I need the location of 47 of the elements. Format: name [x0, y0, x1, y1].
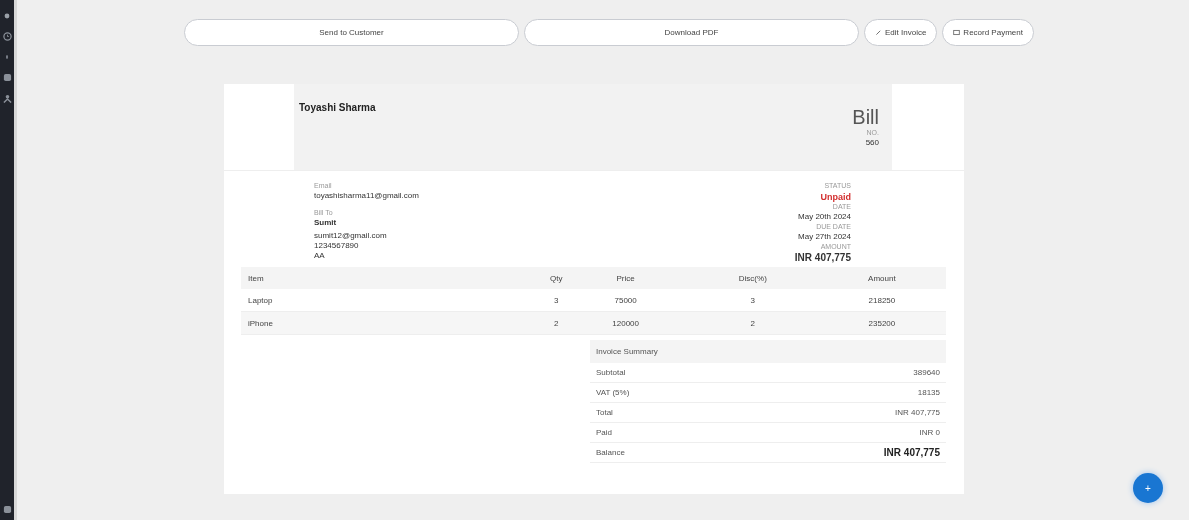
summary-value: INR 407,775 [883, 447, 940, 458]
table-cell: Laptop [241, 289, 549, 312]
column-header: Amount [817, 267, 946, 289]
customer-detail: AA [314, 251, 326, 261]
summary-value: 389640 [913, 368, 940, 377]
summary-value: 18135 [917, 388, 940, 397]
pencil-icon [875, 29, 882, 36]
table-cell: 218250 [817, 289, 946, 312]
summary-value: INR 407,775 [895, 408, 940, 417]
column-header: Item [241, 267, 549, 289]
date-text: May 27th 2024 [797, 232, 851, 242]
table-cell: 3 [687, 289, 818, 312]
summary-label: Subtotal [596, 368, 626, 377]
edit-button[interactable]: Edit Invoice [864, 19, 938, 46]
customer-name: Sumit [314, 218, 338, 228]
column-header: Qty [549, 267, 564, 289]
add-button[interactable]: + [1133, 473, 1163, 503]
card-icon [953, 29, 961, 36]
invoice-title: Bill [852, 106, 879, 128]
clock-icon[interactable] [2, 32, 12, 41]
email-text: toyashisharma11@gmail.com [314, 191, 419, 201]
summary-label: Paid [596, 428, 612, 437]
payment-button[interactable]: Record Payment [942, 19, 1034, 46]
company-name: Toyashi Sharma [299, 102, 376, 115]
table-cell: 2 [687, 311, 818, 335]
summary-label: Total [596, 408, 613, 417]
action-button[interactable]: Download PDF [524, 19, 859, 46]
table-cell: 75000 [563, 289, 688, 312]
invoice-number: 560 [864, 138, 879, 148]
date-text: May 20th 2024 [797, 212, 851, 222]
customer-detail: 1234567890 [314, 241, 360, 251]
action-button[interactable]: Send to Customer [184, 19, 519, 46]
summary-title: Invoice Summary [590, 340, 946, 363]
column-header: Price [563, 267, 688, 289]
table-cell: iPhone [241, 311, 549, 335]
column-header: Disc(%) [687, 267, 818, 289]
summary-label: VAT (5%) [596, 388, 630, 397]
table-cell: 2 [549, 311, 564, 335]
status-text: Unpaid [819, 192, 851, 202]
table-cell: 3 [549, 289, 564, 312]
person-icon[interactable] [2, 94, 12, 103]
customer-detail: sumit12@gmail.com [314, 231, 388, 241]
table-cell: 120000 [563, 311, 688, 335]
summary-value: INR 0 [919, 428, 940, 437]
amount-text: INR 407,775 [794, 252, 851, 264]
summary-label: Balance [596, 448, 625, 457]
table-cell: 235200 [817, 311, 946, 335]
